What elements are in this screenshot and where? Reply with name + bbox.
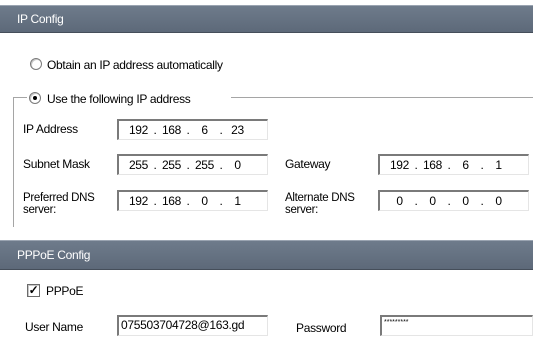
alternate-dns-field[interactable]: 0. 0. 0. 0 (378, 190, 529, 211)
password-label: Password (296, 321, 347, 335)
subnet-octet-3[interactable]: 255 (191, 158, 218, 172)
alternate-dns-label: Alternate DNS server: (285, 192, 355, 216)
ip-octet-4[interactable]: 23 (224, 123, 251, 137)
pref-dns-octet-1[interactable]: 192 (125, 194, 152, 208)
ip-octet-2[interactable]: 168 (158, 123, 185, 137)
subnet-mask-field[interactable]: 255. 255. 255. 0 (117, 154, 268, 175)
ip-address-label: IP Address (23, 122, 78, 136)
pppoe-config-title: PPPoE Config (17, 248, 91, 262)
alt-dns-octet-3[interactable]: 0 (452, 194, 479, 208)
alt-dns-octet-1[interactable]: 0 (386, 194, 413, 208)
preferred-dns-label: Preferred DNS server: (23, 192, 95, 216)
group-frame-top-left (13, 97, 27, 98)
alternate-dns-label-line2: server: (285, 204, 319, 216)
obtain-ip-auto-label[interactable]: Obtain an IP address automatically (47, 58, 223, 72)
pref-dns-octet-4[interactable]: 1 (224, 194, 251, 208)
preferred-dns-field[interactable]: 192. 168. 0. 1 (117, 190, 268, 211)
gateway-octet-4[interactable]: 1 (485, 158, 512, 172)
checkmark-icon: ✓ (28, 283, 39, 297)
subnet-octet-2[interactable]: 255 (158, 158, 185, 172)
subnet-mask-label: Subnet Mask (23, 157, 90, 171)
pref-dns-octet-2[interactable]: 168 (158, 194, 185, 208)
alt-dns-octet-4[interactable]: 0 (485, 194, 512, 208)
obtain-ip-auto-radio[interactable] (30, 58, 42, 70)
pppoe-checkbox-label[interactable]: PPPoE (46, 284, 84, 298)
gateway-octet-1[interactable]: 192 (386, 158, 413, 172)
gateway-octet-2[interactable]: 168 (419, 158, 446, 172)
use-following-ip-label[interactable]: Use the following IP address (47, 92, 191, 106)
alternate-dns-label-line1: Alternate DNS (285, 192, 355, 204)
password-input[interactable]: ********* (380, 315, 533, 336)
pppoe-config-header: PPPoE Config (0, 240, 533, 270)
ip-config-header: IP Config (0, 5, 533, 33)
username-input[interactable]: 075503704728@163.gd (117, 315, 268, 336)
ip-address-field[interactable]: 192. 168. 6. 23 (117, 119, 268, 140)
pref-dns-octet-3[interactable]: 0 (191, 194, 218, 208)
radio-selected-dot (33, 96, 37, 100)
ip-config-title: IP Config (17, 12, 64, 26)
ip-octet-1[interactable]: 192 (125, 123, 152, 137)
gateway-field[interactable]: 192. 168. 6. 1 (378, 154, 529, 175)
gateway-octet-3[interactable]: 6 (452, 158, 479, 172)
group-frame-top-right (231, 97, 533, 98)
subnet-octet-1[interactable]: 255 (125, 158, 152, 172)
gateway-label: Gateway (285, 157, 331, 171)
use-following-ip-radio[interactable] (29, 92, 41, 104)
group-frame-left (13, 97, 14, 227)
username-label: User Name (25, 320, 83, 334)
subnet-octet-4[interactable]: 0 (224, 158, 251, 172)
alt-dns-octet-2[interactable]: 0 (419, 194, 446, 208)
preferred-dns-label-line1: Preferred DNS (23, 192, 95, 204)
ip-octet-3[interactable]: 6 (191, 123, 218, 137)
preferred-dns-label-line2: server: (23, 204, 57, 216)
pppoe-checkbox[interactable]: ✓ (27, 284, 40, 297)
